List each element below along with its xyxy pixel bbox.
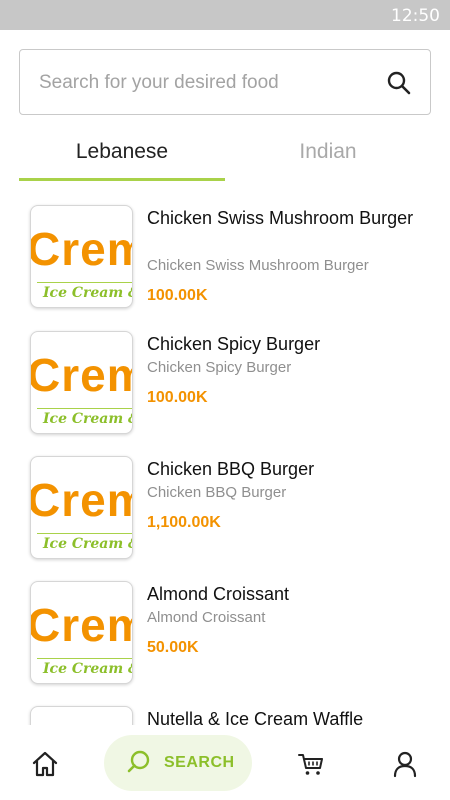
item-name: Chicken Swiss Mushroom Burger — [147, 208, 414, 228]
item-price: 1,100.00K — [147, 514, 221, 531]
item-thumbnail: Crem Ice Cream & — [30, 331, 133, 434]
item-price: 100.00K — [147, 389, 208, 406]
thumbnail-script: Ice Cream & — [43, 285, 133, 301]
item-thumbnail: Crem Ice Cream & — [30, 706, 133, 725]
item-thumbnail: Crem Ice Cream & — [30, 205, 133, 308]
thumbnail-logo: Crem — [30, 474, 132, 526]
list-item[interactable]: Crem Ice Cream & Chicken BBQ Burger Chic… — [0, 453, 450, 563]
thumbnail-logo: Crem — [30, 349, 132, 401]
item-description: Chicken Swiss Mushroom Burger — [147, 257, 369, 274]
status-bar: 12:50 — [0, 0, 450, 30]
thumbnail-script: Ice Cream & — [43, 536, 133, 552]
thumbnail-rule — [37, 533, 132, 534]
thumbnail-logo: Crem — [30, 223, 132, 275]
search-icon[interactable] — [386, 70, 412, 96]
home-icon[interactable] — [30, 749, 60, 779]
item-price: 50.00K — [147, 639, 199, 656]
cart-icon[interactable] — [296, 749, 326, 779]
food-list[interactable]: Crem Ice Cream & Chicken Swiss Mushroom … — [0, 200, 450, 725]
list-item[interactable]: Crem Ice Cream & Nutella & Ice Cream Waf… — [0, 703, 450, 725]
bottom-nav: SEARCH — [0, 725, 450, 800]
profile-icon[interactable] — [390, 749, 420, 779]
nav-search-button[interactable]: SEARCH — [104, 735, 252, 791]
thumbnail-rule — [37, 282, 132, 283]
tab-indian[interactable]: Indian — [225, 132, 431, 182]
status-time: 12:50 — [391, 6, 440, 26]
tab-lebanese[interactable]: Lebanese — [19, 132, 225, 182]
item-name: Almond Croissant — [147, 584, 290, 604]
thumbnail-rule — [37, 408, 132, 409]
search-placeholder: Search for your desired food — [39, 72, 279, 93]
thumbnail-script: Ice Cream & — [43, 411, 133, 427]
item-thumbnail: Crem Ice Cream & — [30, 456, 133, 559]
thumbnail-logo: Crem — [30, 599, 132, 651]
item-thumbnail: Crem Ice Cream & — [30, 581, 133, 684]
item-name: Chicken BBQ Burger — [147, 459, 315, 479]
item-description: Almond Croissant — [147, 609, 266, 626]
active-tab-indicator — [19, 178, 225, 181]
list-item[interactable]: Crem Ice Cream & Chicken Spicy Burger Ch… — [0, 328, 450, 438]
item-description: Chicken BBQ Burger — [147, 484, 287, 501]
search-input[interactable]: Search for your desired food — [19, 49, 431, 115]
list-item[interactable]: Crem Ice Cream & Chicken Swiss Mushroom … — [0, 202, 450, 312]
item-name: Nutella & Ice Cream Waffle — [147, 709, 364, 725]
search-icon — [127, 750, 150, 773]
screen: 12:50 Search for your desired food Leban… — [0, 0, 450, 800]
item-description: Chicken Spicy Burger — [147, 359, 292, 376]
nav-search-label: SEARCH — [164, 754, 235, 771]
category-tabs: Lebanese Indian — [19, 132, 431, 182]
item-price: 100.00K — [147, 287, 208, 304]
list-item[interactable]: Crem Ice Cream & Almond Croissant Almond… — [0, 578, 450, 688]
thumbnail-script: Ice Cream & — [43, 661, 133, 677]
item-name: Chicken Spicy Burger — [147, 334, 321, 354]
thumbnail-rule — [37, 658, 132, 659]
